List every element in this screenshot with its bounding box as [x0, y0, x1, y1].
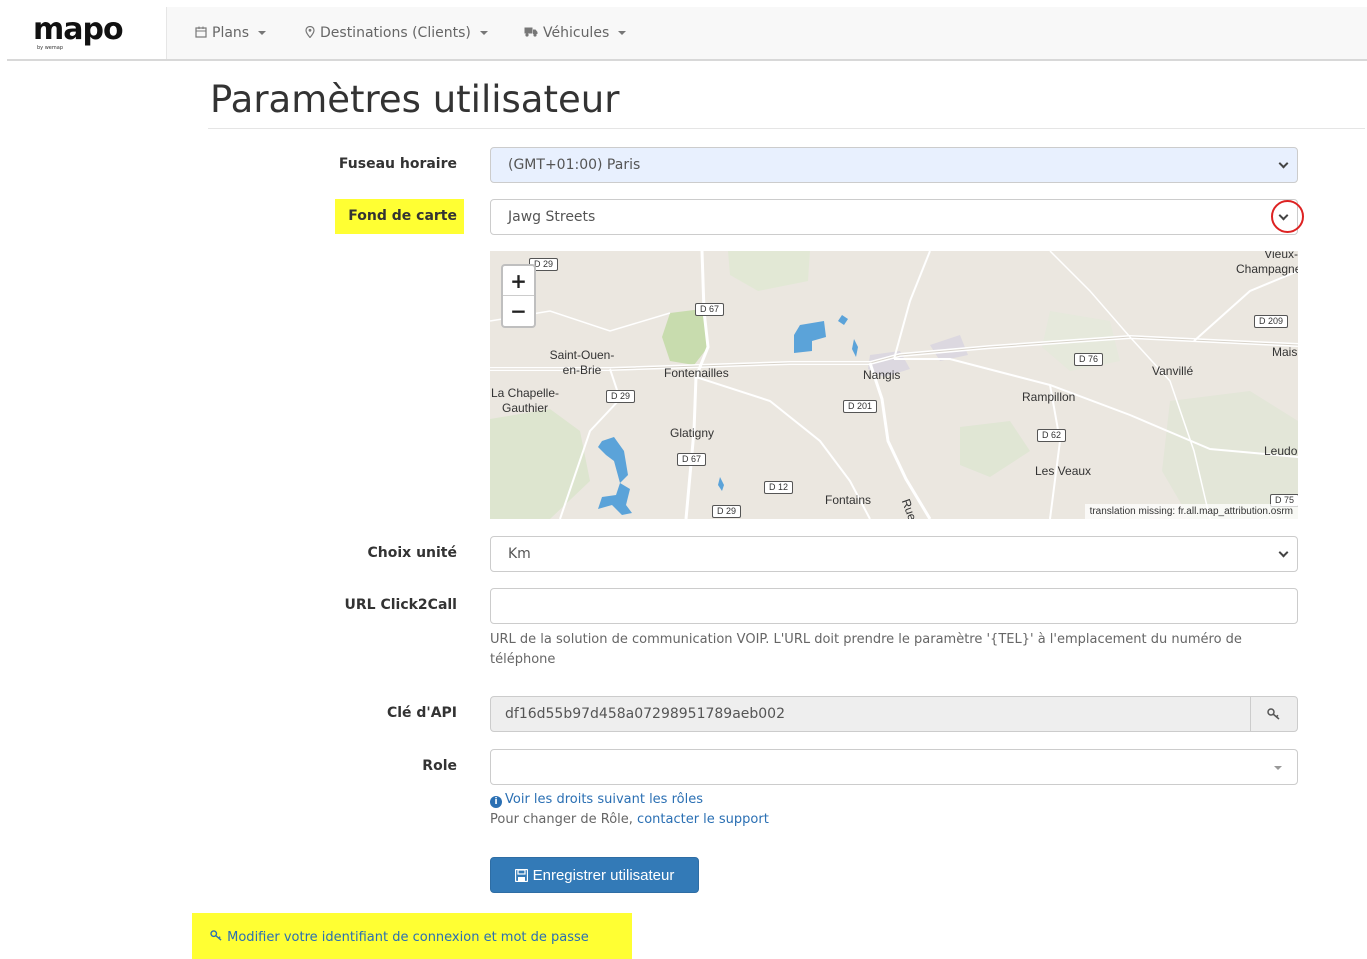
key-icon — [210, 930, 222, 941]
timezone-value: (GMT+01:00) Paris — [508, 157, 641, 173]
place-label: La Chapelle-Gauthier — [490, 386, 560, 415]
map-zoom-control: + − — [501, 264, 536, 328]
contact-support-link[interactable]: contacter le support — [637, 812, 769, 827]
truck-icon — [524, 26, 538, 40]
basemap-label: Fond de carte — [335, 199, 464, 234]
map-preview[interactable]: D 29 D 67 D 209 D 76 D 29 D 201 D 62 D 6… — [490, 251, 1298, 519]
nav-destinations-label: Destinations (Clients) — [320, 25, 471, 41]
road-label: D 201 — [843, 400, 878, 413]
role-change-row: Pour changer de Rôle, contacter le suppo… — [490, 810, 769, 830]
click2call-label: URL Click2Call — [344, 597, 458, 613]
timezone-label: Fuseau horaire — [338, 156, 457, 172]
map-background — [490, 251, 1298, 519]
key-icon — [1267, 708, 1280, 720]
click2call-input[interactable] — [490, 588, 1298, 624]
role-rights-link[interactable]: Voir les droits suivant les rôles — [505, 792, 703, 807]
place-label: Fontains — [825, 493, 872, 507]
regenerate-key-button[interactable] — [1250, 697, 1297, 731]
click2call-help: URL de la solution de communication VOIP… — [490, 632, 1242, 667]
page-title: Paramètres utilisateur — [210, 78, 620, 121]
road-label: D 29 — [712, 505, 742, 518]
calendar-icon — [195, 26, 207, 41]
nav-plans-label: Plans — [212, 25, 250, 41]
nav-vehicules-label: Véhicules — [543, 25, 610, 41]
api-key-input: df16d55b97d458a07298951789aeb002 — [490, 696, 1298, 732]
unit-value: Km — [508, 546, 531, 562]
save-user-button[interactable]: Enregistrer utilisateur — [490, 857, 699, 893]
place-label: Les Veaux — [1035, 464, 1092, 478]
caret-down-icon — [258, 31, 267, 35]
place-label: Glatigny — [670, 426, 715, 440]
modify-credentials-label: Modifier votre identifiant de connexion … — [227, 930, 589, 945]
place-label: Leudo — [1264, 444, 1298, 458]
role-help: i Voir les droits suivant les rôles Pour … — [490, 790, 769, 830]
annotation-circle — [1271, 200, 1304, 233]
road-label: D 209 — [1254, 315, 1289, 328]
chevron-down-icon — [1278, 547, 1289, 558]
place-label: Saint-Ouen-en-Brie — [549, 348, 615, 377]
chevron-down-icon — [1278, 158, 1289, 169]
role-select[interactable] — [490, 749, 1298, 785]
caret-down-icon — [618, 31, 627, 35]
zoom-out-button[interactable]: − — [503, 296, 534, 326]
place-label: Nangis — [863, 368, 901, 382]
place-label: Vanvillé — [1152, 364, 1194, 378]
basemap-value: Jawg Streets — [508, 209, 596, 225]
place-label: Fontenailles — [664, 366, 729, 380]
road-label: D 76 — [1074, 353, 1104, 366]
nav-plans[interactable]: Plans — [195, 25, 267, 41]
road-label: D 12 — [764, 481, 794, 494]
unit-label: Choix unité — [367, 545, 457, 561]
save-user-label: Enregistrer utilisateur — [532, 866, 675, 884]
logo[interactable]: mapo by wemap — [7, 7, 167, 59]
caret-down-icon — [1274, 766, 1282, 770]
role-rights-row[interactable]: i Voir les droits suivant les rôles — [490, 790, 769, 810]
api-key-value: df16d55b97d458a07298951789aeb002 — [505, 706, 785, 722]
basemap-select[interactable]: Jawg Streets — [490, 199, 1298, 235]
map-marker-icon — [305, 25, 315, 41]
unit-select[interactable]: Km — [490, 536, 1298, 572]
timezone-select[interactable]: (GMT+01:00) Paris — [490, 147, 1298, 183]
place-label: Vieux-Champagne — [1236, 251, 1298, 276]
role-label: Role — [422, 758, 457, 774]
nav-vehicules[interactable]: Véhicules — [524, 25, 627, 41]
top-navbar: mapo by wemap Plans Destinations (Client… — [7, 7, 1367, 61]
modify-credentials-link[interactable]: Modifier votre identifiant de connexion … — [210, 930, 589, 945]
title-divider — [208, 128, 1365, 129]
road-label: D 67 — [677, 453, 707, 466]
floppy-disk-icon — [514, 868, 528, 882]
zoom-in-button[interactable]: + — [503, 266, 534, 296]
logo-text: mapo — [33, 12, 124, 47]
caret-down-icon — [479, 31, 488, 35]
info-circle-icon: i — [490, 796, 502, 808]
api-key-label: Clé d'API — [386, 705, 457, 721]
road-label: D 62 — [1037, 429, 1067, 442]
map-attribution: translation missing: fr.all.map_attribut… — [1084, 504, 1298, 519]
role-change-text: Pour changer de Rôle, — [490, 812, 633, 827]
road-label: D 29 — [606, 390, 636, 403]
logo-subtext: by wemap — [37, 45, 63, 51]
road-label: D 67 — [695, 303, 725, 316]
nav-destinations[interactable]: Destinations (Clients) — [305, 25, 488, 41]
place-label: Rampillon — [1022, 390, 1076, 404]
place-label: Mais — [1272, 345, 1298, 359]
